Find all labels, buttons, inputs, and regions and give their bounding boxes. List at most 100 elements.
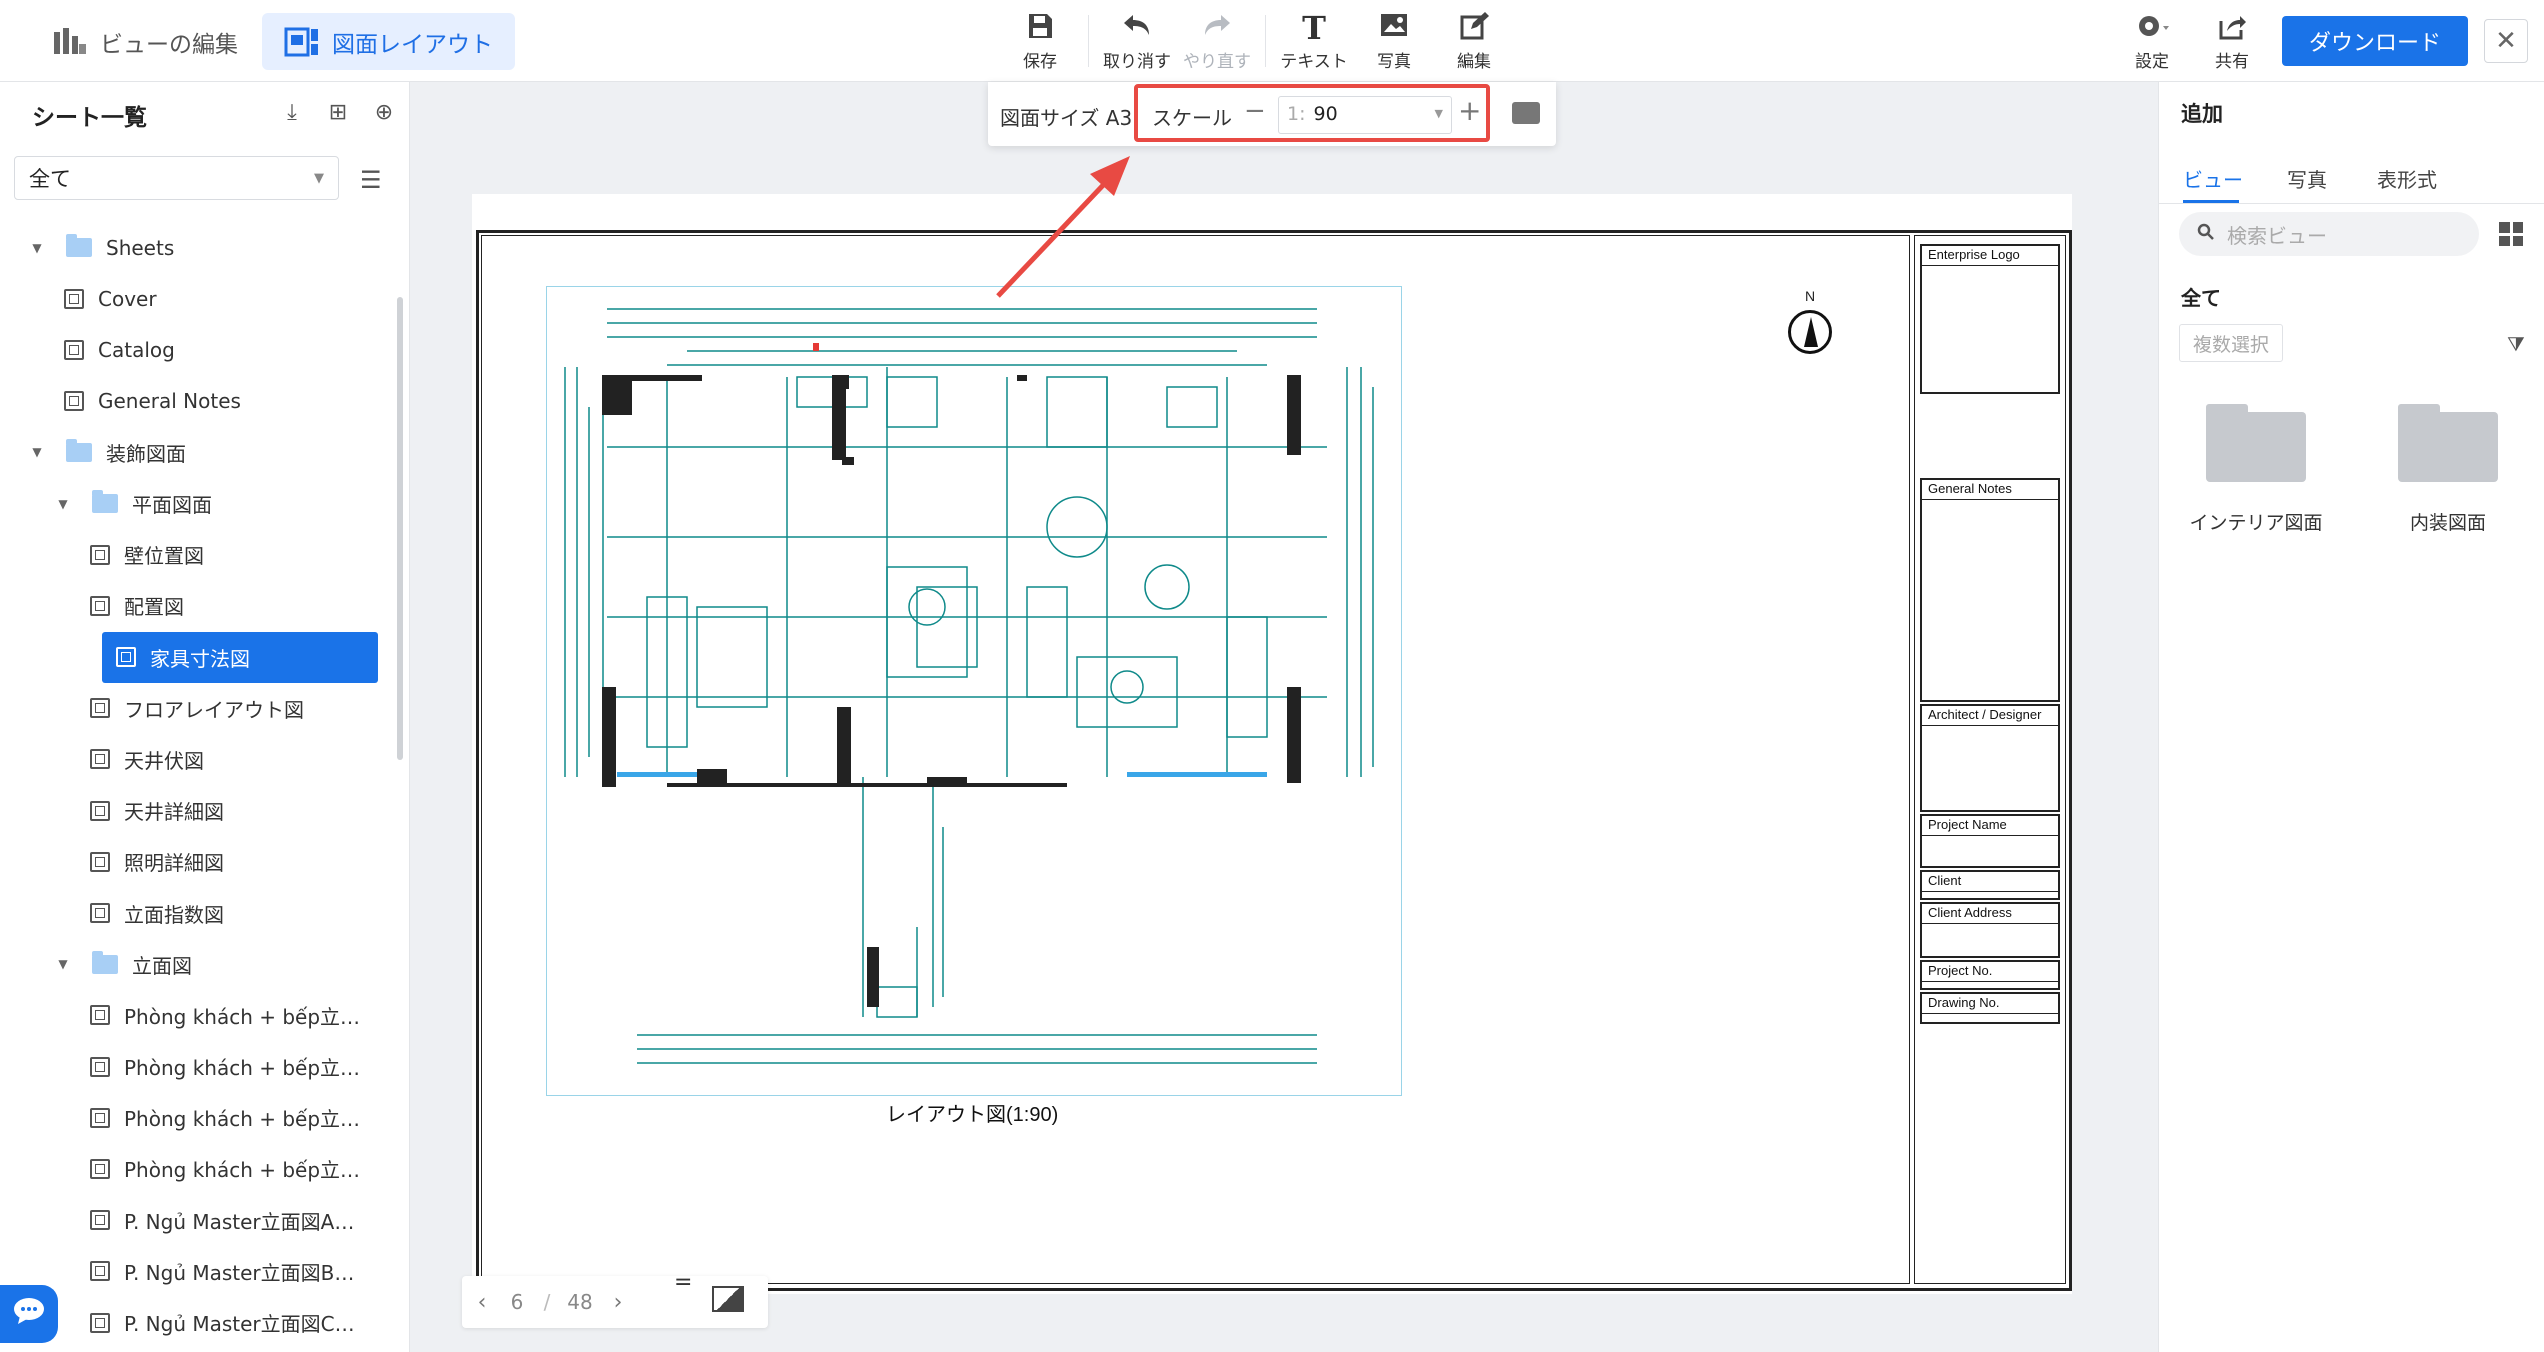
tree-sheet[interactable]: 壁位置図	[0, 529, 395, 580]
expand-caret-icon[interactable]: ▼	[54, 957, 72, 971]
tree-sheet[interactable]: Phòng khách + bếp立…	[0, 1092, 395, 1143]
title-block-cell[interactable]: Project Name	[1920, 814, 2060, 868]
search-icon	[2197, 223, 2215, 246]
tree-sheet[interactable]: P. Ngủ Master立面図B…	[0, 1246, 395, 1297]
tree-sheet[interactable]: General Notes	[0, 376, 395, 427]
view-search-input[interactable]: 検索ビュー	[2179, 212, 2479, 256]
new-sheet-icon[interactable]: ⊕	[371, 100, 397, 126]
tree-folder[interactable]: ▼ 平面図面	[0, 478, 395, 529]
tree-sheet[interactable]: 照明詳細図	[0, 836, 395, 887]
title-block-label: General Notes	[1922, 480, 2058, 500]
view-card-interior-finish[interactable]: 内装図面	[2373, 404, 2523, 535]
expand-caret-icon[interactable]: ▼	[28, 241, 46, 255]
tab-table[interactable]: 表形式	[2377, 164, 2437, 193]
background-toggle-icon[interactable]	[712, 1286, 744, 1312]
view-card-interior[interactable]: インテリア図面	[2181, 404, 2331, 535]
tree-item-label: 天井伏図	[124, 748, 204, 773]
title-block-label: Drawing No.	[1922, 994, 2058, 1014]
view-edit-icon	[52, 24, 88, 60]
tree-folder[interactable]: ▼ 装飾図面	[0, 427, 395, 478]
tree-sheet[interactable]: 天井伏図	[0, 734, 395, 785]
north-arrow[interactable]: N	[1786, 288, 1834, 354]
tree-item-label: 天井詳細図	[124, 800, 224, 825]
chevron-down-icon[interactable]: ▼	[1435, 107, 1443, 120]
redo-button[interactable]: やり直す	[1177, 0, 1257, 82]
title-block-cell[interactable]: Drawing No.	[1920, 992, 2060, 1024]
title-block-cell[interactable]: General Notes	[1920, 478, 2060, 702]
next-page-button[interactable]: ›	[598, 1290, 638, 1315]
tree-item-label: Phòng khách + bếp立…	[124, 1004, 361, 1029]
title-block-cell[interactable]: Architect / Designer	[1920, 704, 2060, 812]
sheet-icon	[116, 647, 136, 668]
view-card-label: インテリア図面	[2189, 512, 2323, 534]
chat-support-button[interactable]	[0, 1285, 58, 1343]
grid-view-icon[interactable]	[2499, 222, 2523, 246]
tree-sheet[interactable]: Cover	[0, 273, 395, 324]
tree-folder[interactable]: ▼ Sheets	[0, 222, 395, 273]
scale-control-highlight: スケール − 1: 90 ▼ +	[1134, 84, 1490, 142]
tree-item-label: Phòng khách + bếp立…	[124, 1107, 361, 1132]
settings-button[interactable]: 設定	[2112, 0, 2192, 82]
title-block-cell[interactable]: Client	[1920, 870, 2060, 900]
tree-sheet[interactable]: 立面指数図	[0, 887, 395, 938]
save-button[interactable]: 保存	[1000, 0, 1080, 82]
tree-item-label: General Notes	[98, 389, 241, 414]
tree-sheet[interactable]: Catalog	[0, 324, 395, 375]
tree-item-label: 装飾図面	[106, 441, 186, 466]
tree-sheet[interactable]: 天井詳細図	[0, 785, 395, 836]
photo-button[interactable]: 写真	[1354, 0, 1434, 82]
page-separator: /	[543, 1290, 551, 1314]
tree-sheet[interactable]: 配置図	[0, 580, 395, 631]
close-button[interactable]: ✕	[2484, 19, 2528, 63]
text-button[interactable]: T テキスト	[1274, 0, 1354, 82]
scale-increase-button[interactable]: +	[1458, 94, 1481, 127]
text-label: テキスト	[1280, 51, 1348, 72]
floor-plan-viewport[interactable]	[546, 286, 1402, 1096]
ruler-icon[interactable]	[1512, 102, 1540, 124]
tab-view[interactable]: ビュー	[2183, 164, 2243, 193]
import-icon[interactable]: ⤓	[279, 100, 305, 126]
menu-icon[interactable]: =	[674, 1270, 692, 1295]
title-block-cell[interactable]: Enterprise Logo	[1920, 244, 2060, 394]
tab-photo[interactable]: 写真	[2287, 164, 2327, 193]
tree-folder[interactable]: ▼ 立面図	[0, 939, 395, 990]
active-tab-indicator	[2183, 200, 2239, 203]
prev-page-button[interactable]: ‹	[462, 1290, 502, 1315]
expand-caret-icon[interactable]: ▼	[54, 497, 72, 511]
tree-item-label: 平面図面	[132, 493, 212, 518]
title-block-cell[interactable]: Project No.	[1920, 960, 2060, 990]
tree-sheet[interactable]: 家具寸法図	[102, 631, 378, 683]
scale-input[interactable]: 1: 90 ▼	[1278, 96, 1452, 134]
title-block-cell[interactable]: Client Address	[1920, 902, 2060, 958]
view-edit-mode-button[interactable]: ビューの編集	[30, 13, 260, 70]
sheet-filter-select[interactable]: 全て ▼	[14, 156, 339, 200]
tree-item-label: P. Ngủ Master立面図A…	[124, 1209, 355, 1234]
title-block-label: Client Address	[1922, 904, 2058, 924]
title-block-label: Architect / Designer	[1922, 706, 2058, 726]
expand-caret-icon[interactable]: ▼	[28, 445, 46, 459]
tree-sheet[interactable]: Phòng khách + bếp立…	[0, 1041, 395, 1092]
sheet-size-label[interactable]: 図面サイズ A3	[1000, 102, 1132, 131]
tree-sheet[interactable]: P. Ngủ Master立面図C…	[0, 1297, 395, 1348]
tree-sheet[interactable]: フロアレイアウト図	[0, 683, 395, 734]
top-toolbar: ビューの編集 図面レイアウト 保存 取り消す やり直す T テキスト 写真 編集…	[0, 0, 2544, 82]
tree-sheet[interactable]: P. Ngủ Master立面図A…	[0, 1195, 395, 1246]
right-actions: 設定 共有 ダウンロード ✕	[2112, 0, 2544, 82]
scale-decrease-button[interactable]: −	[1244, 96, 1266, 126]
sheet-layout-mode-button[interactable]: 図面レイアウト	[262, 13, 515, 70]
new-folder-icon[interactable]: ⊞	[325, 100, 351, 126]
share-button[interactable]: 共有	[2192, 0, 2272, 82]
undo-button[interactable]: 取り消す	[1097, 0, 1177, 82]
filter-icon[interactable]: ⧩	[2507, 332, 2525, 356]
folder-icon	[92, 490, 118, 514]
save-label: 保存	[1023, 51, 1057, 72]
tree-sheet[interactable]: Phòng khách + bếp立…	[0, 990, 395, 1041]
current-page[interactable]: 6	[502, 1290, 532, 1314]
scrollbar[interactable]	[397, 297, 403, 760]
edit-button[interactable]: 編集	[1434, 0, 1514, 82]
multi-select-button[interactable]: 複数選択	[2179, 324, 2283, 362]
download-button[interactable]: ダウンロード	[2282, 16, 2468, 66]
list-sort-icon[interactable]: ☰	[360, 166, 382, 194]
tree-sheet[interactable]: Phòng khách + bếp立…	[0, 1143, 395, 1194]
annotation-arrow	[996, 156, 1130, 298]
